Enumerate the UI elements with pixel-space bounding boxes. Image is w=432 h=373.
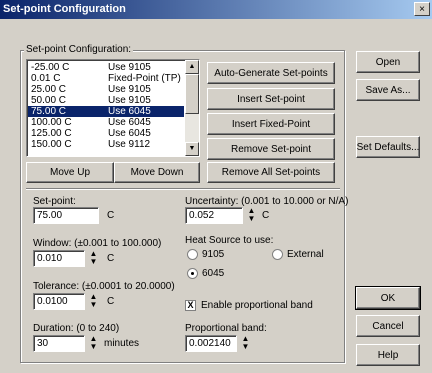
title-bar: Set-point Configuration [0,0,432,19]
window-input[interactable]: 0.010 [33,250,85,267]
ok-label: OK [380,292,396,304]
remove-setpoint-button[interactable]: Remove Set-point [207,138,335,160]
scroll-up-icon[interactable]: ▲ [185,60,199,74]
insert-setpoint-label: Insert Set-point [237,93,305,105]
list-item-source: Use 6045 [108,128,151,139]
duration-spinner[interactable]: ▲ ▼ [86,335,101,352]
insert-fixed-point-label: Insert Fixed-Point [231,118,311,130]
radio-6045[interactable] [187,268,198,279]
list-item-source: Use 9112 [108,139,151,150]
radio-external-label: External [287,249,324,260]
list-item-source: Fixed-Point (TP) [108,73,181,84]
list-item-source: Use 9105 [108,62,151,73]
list-item-source: Use 9105 [108,95,151,106]
remove-all-label: Remove All Set-points [221,167,321,178]
prop-band-spinner[interactable]: ▲ ▼ [238,335,253,352]
spin-down-icon[interactable]: ▼ [86,301,101,309]
list-scrollbar[interactable]: ▲ ▼ [185,60,199,156]
scroll-down-icon[interactable]: ▼ [185,142,199,156]
setpoint-unit: C [107,210,115,221]
remove-all-button[interactable]: Remove All Set-points [207,162,335,183]
separator [26,188,340,190]
help-label: Help [377,349,399,361]
move-down-button[interactable]: Move Down [114,162,200,183]
spin-down-icon[interactable]: ▼ [86,343,101,351]
list-item-temperature: 0.01 C [31,73,61,84]
cancel-label: Cancel [372,320,404,332]
list-item[interactable]: 0.01 C Fixed-Point (TP) [28,73,184,84]
set-defaults-label: Set Defaults... [356,141,420,153]
list-item[interactable]: 150.00 C Use 9112 [28,139,184,150]
window-label: Window: (±0.001 to 100.000) [33,238,162,249]
window-unit: C [107,253,115,264]
uncertainty-unit: C [262,210,270,221]
insert-fixed-point-button[interactable]: Insert Fixed-Point [207,113,335,135]
radio-external[interactable] [272,249,283,260]
save-as-button[interactable]: Save As... [356,79,420,101]
move-down-label: Move Down [130,167,184,178]
uncertainty-label: Uncertainty: (0.001 to 10.000 or N/A) [185,196,349,207]
move-up-label: Move Up [49,167,90,178]
list-item-temperature: 100.00 C [31,117,72,128]
prop-band-input[interactable]: 0.002140 [185,335,237,352]
list-item[interactable]: 25.00 C Use 9105 [28,84,184,95]
duration-input[interactable]: 30 [33,335,85,352]
spin-down-icon[interactable]: ▼ [86,258,101,266]
list-item-temperature: 25.00 C [31,84,67,95]
list-item[interactable]: 50.00 C Use 9105 [28,95,184,106]
list-item-temperature: -25.00 C [31,62,70,73]
ok-button[interactable]: OK [355,286,421,310]
setpoint-input[interactable]: 75.00 [33,207,99,224]
save-as-label: Save As... [365,84,411,96]
list-item-temperature: 75.00 C [31,106,67,117]
list-item[interactable]: 125.00 C Use 6045 [28,128,184,139]
duration-unit: minutes [104,338,140,349]
close-button[interactable]: × [414,2,430,16]
window-title: Set-point Configuration [3,3,126,15]
enable-prop-band-label: Enable proportional band [201,300,313,311]
prop-band-label: Proportional band: [185,323,267,334]
enable-prop-band-checkbox[interactable]: X [185,300,196,311]
list-item-temperature: 125.00 C [31,128,72,139]
setpoint-config-group-label: Set-point Configuration: [24,44,134,55]
remove-setpoint-label: Remove Set-point [230,143,312,155]
setpoint-label: Set-point: [33,196,76,207]
set-defaults-button[interactable]: Set Defaults... [356,136,420,158]
open-label: Open [375,56,401,68]
spin-down-icon[interactable]: ▼ [244,215,259,223]
list-item-source: Use 6045 [108,106,151,117]
tolerance-label: Tolerance: (±0.0001 to 20.0000) [33,281,175,292]
insert-setpoint-button[interactable]: Insert Set-point [207,88,335,110]
list-item-source: Use 9105 [108,84,151,95]
radio-6045-label: 6045 [202,268,225,279]
uncertainty-input[interactable]: 0.052 [185,207,243,224]
cancel-button[interactable]: Cancel [356,315,420,337]
open-button[interactable]: Open [356,51,420,73]
list-item[interactable]: -25.00 C Use 9105 [28,62,184,73]
list-item[interactable]: 100.00 C Use 6045 [28,117,184,128]
list-item-temperature: 150.00 C [31,139,72,150]
auto-generate-button[interactable]: Auto-Generate Set-points [207,62,335,84]
setpoint-list[interactable]: -25.00 C Use 9105 0.01 C Fixed-Point (TP) 25… [26,59,200,157]
spin-down-icon[interactable]: ▼ [238,343,253,351]
duration-label: Duration: (0 to 240) [33,323,120,334]
list-item-source: Use 6045 [108,117,151,128]
heat-source-label: Heat Source to use: [185,235,274,246]
radio-9105[interactable] [187,249,198,260]
tolerance-input[interactable]: 0.0100 [33,293,85,310]
window-spinner[interactable]: ▲ ▼ [86,250,101,267]
auto-generate-label: Auto-Generate Set-points [214,67,328,79]
tolerance-unit: C [107,296,115,307]
list-item-temperature: 50.00 C [31,95,67,106]
move-up-button[interactable]: Move Up [26,162,114,183]
uncertainty-spinner[interactable]: ▲ ▼ [244,207,259,224]
help-button[interactable]: Help [356,344,420,366]
scroll-thumb[interactable] [185,74,199,114]
radio-9105-label: 9105 [202,249,225,260]
list-item[interactable]: 75.00 C Use 6045 [28,106,184,117]
tolerance-spinner[interactable]: ▲ ▼ [86,293,101,310]
